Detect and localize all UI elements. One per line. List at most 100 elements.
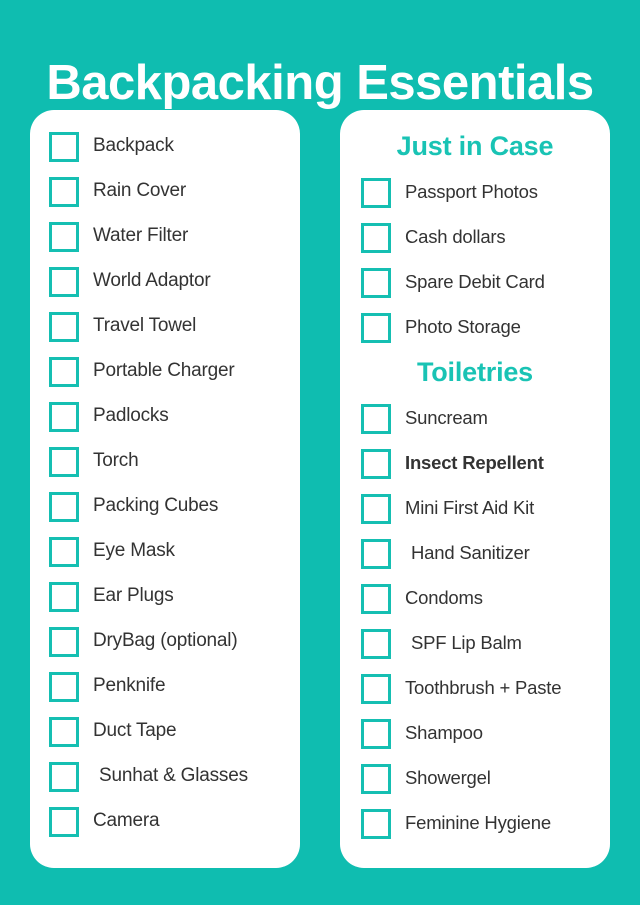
checkbox-icon[interactable] <box>361 448 391 479</box>
checklist-item-label: SPF Lip Balm <box>411 632 522 654</box>
checklist-item[interactable]: Spare Debit Card <box>340 260 610 305</box>
checklist-item[interactable]: World Adaptor <box>30 259 300 304</box>
checklist-item[interactable]: Cash dollars <box>340 215 610 260</box>
checklist-item-label: Ear Plugs <box>93 585 174 607</box>
checklist-item-label: Feminine Hygiene <box>405 812 551 834</box>
checklist-columns: Backpack Rain Cover Water Filter World Adap… <box>30 110 610 868</box>
checklist-item-label: Spare Debit Card <box>405 271 545 293</box>
checklist-item[interactable]: Water Filter <box>30 214 300 259</box>
checkbox-icon[interactable] <box>361 267 391 298</box>
checklist-item-label: Mini First Aid Kit <box>405 497 535 519</box>
checklist-item-label: Rain Cover <box>93 180 187 202</box>
checklist-item[interactable]: Shampoo <box>340 711 610 756</box>
checkbox-icon[interactable] <box>49 266 79 297</box>
section-item-list: Suncream Insect Repellent Mini First Aid K… <box>340 396 610 846</box>
checklist-item[interactable]: Camera <box>30 799 300 844</box>
checkbox-icon[interactable] <box>361 808 391 839</box>
checklist-item[interactable]: Hand Sanitizer <box>340 531 610 576</box>
page-title: Backpacking Essentials <box>46 55 594 110</box>
checklist-item[interactable]: Photo Storage <box>340 305 610 350</box>
checkbox-icon[interactable] <box>49 761 79 792</box>
checklist-item[interactable]: Feminine Hygiene <box>340 801 610 846</box>
checkbox-icon[interactable] <box>49 311 79 342</box>
checkbox-icon[interactable] <box>361 222 391 253</box>
checklist-item-label: Sunhat & Glasses <box>99 765 248 787</box>
checkbox-icon[interactable] <box>49 626 79 657</box>
checklist-item-label: Showergel <box>405 767 491 789</box>
checklist-item-label: Insect Repellent <box>405 452 544 474</box>
checkbox-icon[interactable] <box>361 763 391 794</box>
checkbox-icon[interactable] <box>49 446 79 477</box>
checklist-item[interactable]: Packing Cubes <box>30 484 300 529</box>
checkbox-icon[interactable] <box>49 806 79 837</box>
left-item-list: Backpack Rain Cover Water Filter World Adap… <box>30 124 300 844</box>
checklist-item-label: Backpack <box>93 135 174 157</box>
checklist-item-label: Travel Towel <box>93 315 197 337</box>
left-checklist-card: Backpack Rain Cover Water Filter World Adap… <box>30 110 300 868</box>
checkbox-icon[interactable] <box>361 628 391 659</box>
section-heading: Toiletries <box>416 357 534 387</box>
checklist-item[interactable]: Insect Repellent <box>340 441 610 486</box>
checklist-item-label: Passport Photos <box>405 181 538 203</box>
section-heading: Just in Case <box>396 131 554 161</box>
checklist-item[interactable]: Mini First Aid Kit <box>340 486 610 531</box>
checkbox-icon[interactable] <box>49 356 79 387</box>
checkbox-icon[interactable] <box>361 673 391 704</box>
checkbox-icon[interactable] <box>361 177 391 208</box>
checklist-item[interactable]: Duct Tape <box>30 709 300 754</box>
right-checklist-card: Just in Case Passport Photos Cash dollars S… <box>340 110 610 868</box>
checkbox-icon[interactable] <box>49 536 79 567</box>
checkbox-icon[interactable] <box>49 716 79 747</box>
checkbox-icon[interactable] <box>49 671 79 702</box>
checklist-item-label: Camera <box>93 810 160 832</box>
checklist-item-label: Packing Cubes <box>93 495 219 517</box>
checklist-item-label: Torch <box>93 450 139 472</box>
checkbox-icon[interactable] <box>361 312 391 343</box>
checkbox-icon[interactable] <box>49 131 79 162</box>
checklist-item[interactable]: Suncream <box>340 396 610 441</box>
checklist-item-label: Penknife <box>93 675 166 697</box>
checklist-item[interactable]: Passport Photos <box>340 170 610 215</box>
checkbox-icon[interactable] <box>361 493 391 524</box>
checklist-item-label: World Adaptor <box>93 270 211 292</box>
checklist-item-label: Photo Storage <box>405 316 521 338</box>
checklist-item[interactable]: Portable Charger <box>30 349 300 394</box>
checklist-item[interactable]: Toothbrush + Paste <box>340 666 610 711</box>
checklist-item[interactable]: DryBag (optional) <box>30 619 300 664</box>
checklist-item[interactable]: Travel Towel <box>30 304 300 349</box>
checkbox-icon[interactable] <box>49 401 79 432</box>
checklist-item-label: Hand Sanitizer <box>411 542 530 564</box>
checkbox-icon[interactable] <box>49 491 79 522</box>
checklist-item[interactable]: Backpack <box>30 124 300 169</box>
checklist-item-label: Condoms <box>405 587 483 609</box>
checkbox-icon[interactable] <box>361 583 391 614</box>
checklist-item-label: Cash dollars <box>405 226 506 248</box>
checklist-item[interactable]: Penknife <box>30 664 300 709</box>
checkbox-icon[interactable] <box>49 176 79 207</box>
checklist-item[interactable]: Condoms <box>340 576 610 621</box>
checklist-item[interactable]: Rain Cover <box>30 169 300 214</box>
checklist-item[interactable]: Ear Plugs <box>30 574 300 619</box>
checklist-item-label: Water Filter <box>93 225 189 247</box>
checkbox-icon[interactable] <box>361 403 391 434</box>
checklist-item[interactable]: SPF Lip Balm <box>340 621 610 666</box>
checkbox-icon[interactable] <box>361 718 391 749</box>
checklist-item[interactable]: Padlocks <box>30 394 300 439</box>
checklist-item-label: Shampoo <box>405 722 483 744</box>
checklist-item[interactable]: Sunhat & Glasses <box>30 754 300 799</box>
checklist-item-label: Toothbrush + Paste <box>405 677 562 699</box>
section-item-list: Passport Photos Cash dollars Spare Debit C… <box>340 170 610 350</box>
right-sections-container: Just in Case Passport Photos Cash dollars S… <box>340 124 610 846</box>
checkbox-icon[interactable] <box>49 581 79 612</box>
checklist-item-label: Duct Tape <box>93 720 177 742</box>
checklist-item-label: Padlocks <box>93 405 169 427</box>
checklist-item[interactable]: Eye Mask <box>30 529 300 574</box>
checkbox-icon[interactable] <box>361 538 391 569</box>
checklist-item-label: Portable Charger <box>93 360 235 382</box>
checkbox-icon[interactable] <box>49 221 79 252</box>
checklist-item-label: DryBag (optional) <box>93 630 238 652</box>
checklist-item[interactable]: Showergel <box>340 756 610 801</box>
checklist-item-label: Suncream <box>405 407 488 429</box>
checklist-item[interactable]: Torch <box>30 439 300 484</box>
checklist-item-label: Eye Mask <box>93 540 175 562</box>
